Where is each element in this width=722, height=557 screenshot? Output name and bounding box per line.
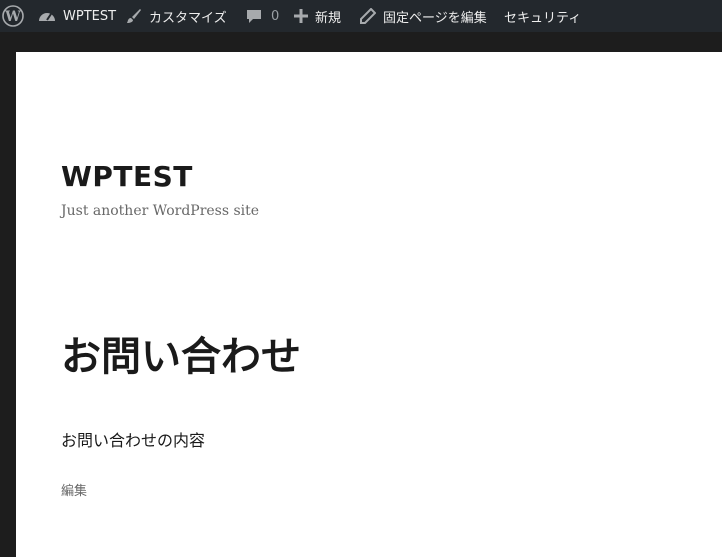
customize-label: カスタマイズ — [149, 10, 227, 26]
edit-page-label: 固定ページを編集 — [383, 10, 487, 26]
left-border — [0, 32, 16, 557]
comments-menu[interactable]: 0 — [246, 0, 279, 32]
comments-count: 0 — [271, 8, 280, 24]
new-content-menu[interactable]: 新規 — [294, 0, 341, 32]
site-name-menu[interactable]: WPTEST — [38, 0, 116, 32]
comment-bubble-icon — [246, 8, 262, 24]
plus-icon — [294, 9, 308, 23]
svg-text:W: W — [4, 9, 21, 25]
site-title[interactable]: WPTEST — [61, 160, 193, 193]
page-content-area: WPTEST Just another WordPress site お問い合わ… — [16, 52, 722, 557]
page-title: お問い合わせ — [61, 334, 301, 380]
customize-menu[interactable]: カスタマイズ — [126, 0, 227, 32]
site-description: Just another WordPress site — [61, 203, 260, 219]
site-name-label: WPTEST — [63, 8, 117, 24]
page-content-text: お問い合わせの内容 — [61, 431, 206, 450]
new-label: 新規 — [315, 10, 342, 26]
security-menu[interactable]: セキュリティ — [504, 0, 581, 32]
pencil-icon — [360, 8, 376, 24]
security-label: セキュリティ — [504, 10, 582, 26]
admin-bar: W WPTEST カスタマイズ 0 新規 固定ページを編集 セキュリティ — [0, 0, 722, 32]
top-border — [16, 32, 722, 52]
paintbrush-icon — [126, 8, 142, 24]
edit-page-menu[interactable]: 固定ページを編集 — [360, 0, 487, 32]
edit-link[interactable]: 編集 — [61, 480, 87, 499]
wordpress-logo-icon[interactable]: W — [2, 5, 24, 27]
dashboard-icon — [38, 8, 56, 24]
